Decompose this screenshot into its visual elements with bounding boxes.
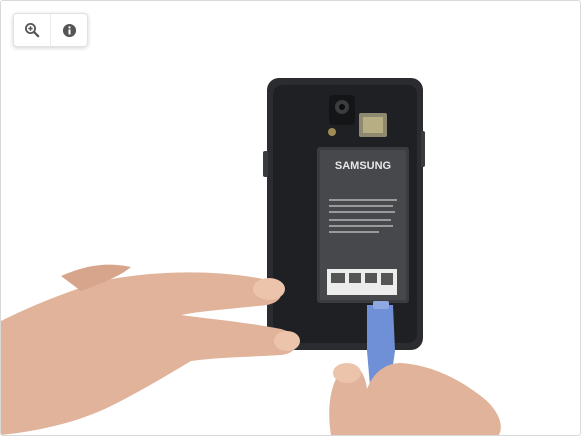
info-button[interactable]: info-icon [50, 14, 87, 46]
right-hand [329, 363, 501, 435]
info-icon [62, 23, 76, 37]
zoom-button[interactable]: zoom-in-icon [14, 14, 50, 46]
left-hand [1, 264, 300, 435]
battery-brand-text: SAMSUNG [335, 160, 391, 172]
zoom-in-icon [25, 23, 40, 38]
image-viewer: SAMSUNG [0, 0, 581, 436]
device-photo: SAMSUNG [1, 78, 501, 435]
image-toolbar: zoom-in-icon info-icon [13, 13, 88, 47]
